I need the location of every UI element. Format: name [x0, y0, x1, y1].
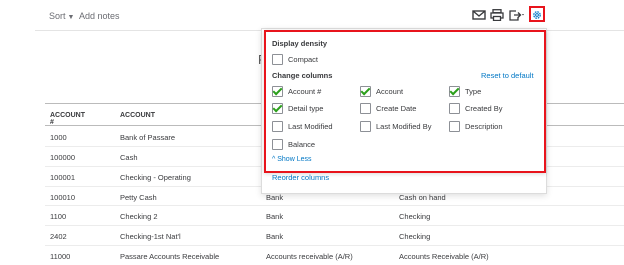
column-option-account[interactable]: Account — [360, 86, 403, 97]
checkbox-checked-icon — [360, 86, 371, 97]
checkbox-icon — [449, 103, 460, 114]
option-label: Created By — [465, 104, 503, 113]
print-icon[interactable] — [490, 9, 504, 21]
row-7-type: Accounts receivable (A/R) — [266, 252, 353, 261]
checkbox-checked-icon — [272, 86, 283, 97]
option-label: Detail type — [288, 104, 324, 113]
checkbox-icon — [272, 121, 283, 132]
add-notes-button[interactable]: Add notes — [79, 11, 120, 21]
reset-to-default-link[interactable]: Reset to default — [481, 71, 534, 80]
column-option-detail-type[interactable]: Detail type — [272, 103, 323, 114]
column-option-balance[interactable]: Balance — [272, 139, 315, 150]
row-7-account-name[interactable]: Passare Accounts Receivable — [120, 252, 219, 261]
row-6-type: Bank — [266, 232, 284, 241]
column-option-description[interactable]: Description — [449, 121, 503, 132]
row-1-account-number: 1000 — [50, 133, 67, 142]
compact-checkbox[interactable]: Compact — [272, 54, 318, 65]
option-label: Last Modified By — [376, 122, 432, 131]
checkbox-checked-icon — [449, 86, 460, 97]
option-label: Description — [465, 122, 503, 131]
row-divider — [45, 245, 624, 246]
column-header-account[interactable]: ACCOUNT — [120, 112, 155, 119]
sort-label: Sort — [49, 11, 66, 21]
email-icon[interactable] — [472, 9, 486, 21]
option-label: Balance — [288, 140, 316, 149]
column-option-type[interactable]: Type — [449, 86, 481, 97]
checkbox-icon — [360, 121, 371, 132]
option-label: Last Modified — [288, 122, 333, 131]
row-4-account-number: 100010 — [50, 193, 76, 202]
reorder-columns-link[interactable]: Reorder columns — [272, 173, 329, 182]
checkbox-icon — [449, 121, 460, 132]
column-option-created-by[interactable]: Created By — [449, 103, 503, 114]
row-6-detail-type: Checking — [399, 232, 431, 241]
row-5-detail-type: Checking — [399, 212, 431, 221]
row-6-account-number: 2402 — [50, 232, 67, 241]
checkbox-icon — [272, 54, 283, 65]
option-label: Account # — [288, 87, 322, 96]
checkbox-icon — [272, 139, 283, 150]
show-less-label: Show Less — [277, 156, 312, 163]
row-4-type: Bank — [266, 193, 284, 202]
row-4-account-name[interactable]: Petty Cash — [120, 193, 157, 202]
row-3-account-number: 100001 — [50, 173, 76, 182]
column-option-last-modified[interactable]: Last Modified — [272, 121, 333, 132]
change-columns-heading: Change columns — [272, 71, 333, 80]
gear-icon — [533, 11, 541, 19]
show-less-link[interactable]: ^ Show Less — [272, 156, 311, 163]
compact-label: Compact — [288, 55, 319, 64]
checkbox-icon — [360, 103, 371, 114]
row-1-account-name[interactable]: Bank of Passare — [120, 133, 175, 142]
option-label: Type — [465, 87, 482, 96]
report-toolbar: Sort ▼ Add notes — [0, 0, 624, 30]
column-option-create-date[interactable]: Create Date — [360, 103, 416, 114]
export-icon[interactable] — [508, 9, 526, 21]
settings-gear-button[interactable] — [529, 6, 545, 22]
row-7-detail-type: Accounts Receivable (A/R) — [399, 252, 489, 261]
checkbox-checked-icon — [272, 103, 283, 114]
settings-panel-highlight: Display density Compact Change columns R… — [264, 30, 546, 173]
row-2-account-number: 100000 — [50, 153, 76, 162]
row-5-account-name[interactable]: Checking 2 — [120, 212, 158, 221]
row-divider — [45, 205, 624, 206]
option-label: Account — [376, 87, 404, 96]
sort-button[interactable]: Sort ▼ — [49, 11, 74, 21]
display-density-heading: Display density — [272, 39, 328, 48]
row-2-account-name[interactable]: Cash — [120, 153, 138, 162]
row-4-detail-type: Cash on hand — [399, 193, 446, 202]
column-option-last-modified-by[interactable]: Last Modified By — [360, 121, 431, 132]
row-6-account-name[interactable]: Checking-1st Nat'l — [120, 232, 181, 241]
caret-down-icon: ▼ — [67, 14, 75, 21]
column-header-account-number[interactable]: ACCOUNT # — [50, 112, 85, 126]
row-5-account-number: 1100 — [50, 212, 67, 221]
option-label: Create Date — [376, 104, 417, 113]
row-divider — [45, 225, 624, 226]
row-5-type: Bank — [266, 212, 284, 221]
row-3-account-name[interactable]: Checking - Operating — [120, 173, 191, 182]
column-option-account-number[interactable]: Account # — [272, 86, 321, 97]
row-7-account-number: 11000 — [50, 252, 71, 261]
